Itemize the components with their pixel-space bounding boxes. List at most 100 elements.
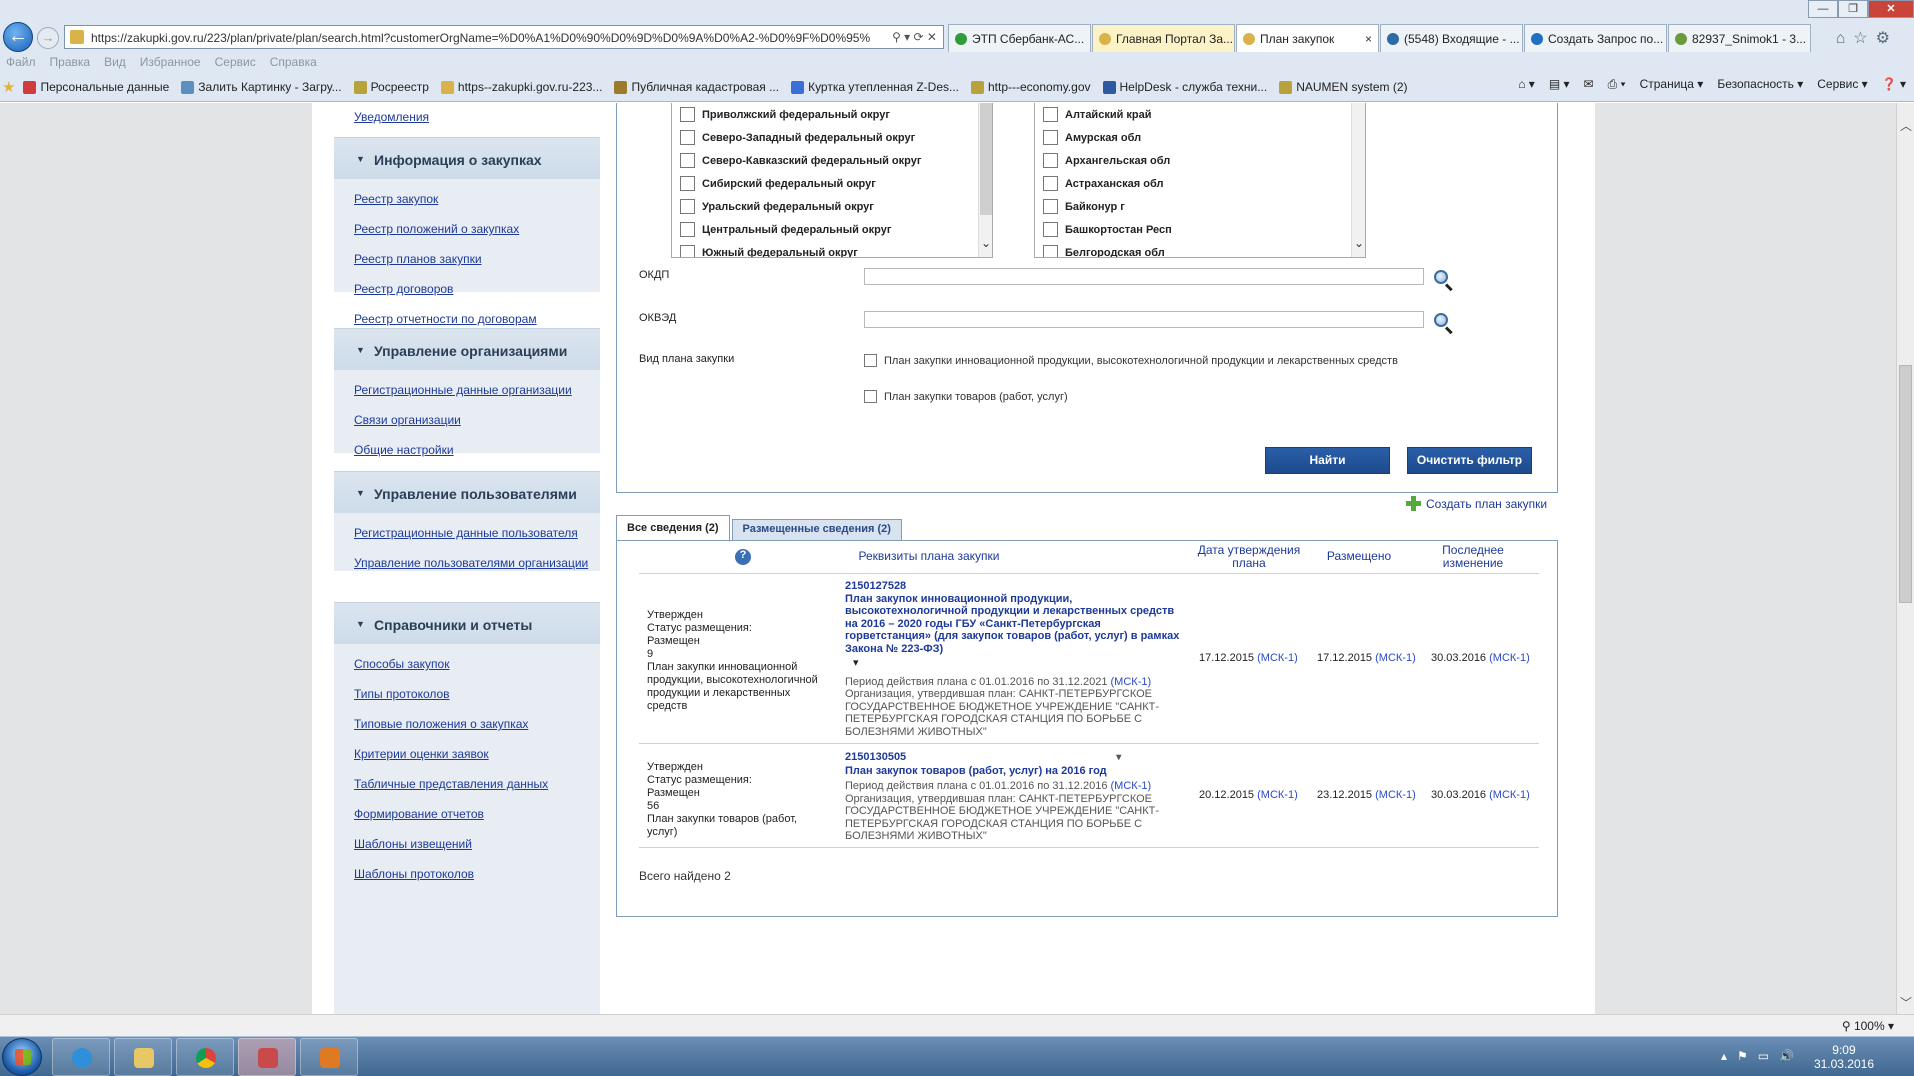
print-icon[interactable]: ⎙ ▾ bbox=[1608, 77, 1626, 92]
favorite-link[interactable]: HelpDesk - служба техни... bbox=[1102, 80, 1267, 94]
scroll-down-icon[interactable]: ﹀ bbox=[1899, 994, 1913, 1010]
checkbox[interactable] bbox=[680, 199, 695, 214]
sidebar-link[interactable]: Реестр закупок bbox=[354, 192, 600, 207]
expand-icon[interactable]: ▾ bbox=[853, 657, 1180, 670]
checkbox[interactable] bbox=[1043, 245, 1058, 257]
sidebar-section-header[interactable]: ▼ Управление пользователями bbox=[334, 471, 600, 513]
clock[interactable]: 9:09 31.03.2016 bbox=[1814, 1043, 1874, 1071]
plan-number-link[interactable]: 2150127528 bbox=[845, 580, 1180, 593]
sidebar-link[interactable]: Критерии оценки заявок bbox=[354, 747, 600, 762]
browser-tab[interactable]: Главная Портал За... bbox=[1092, 24, 1235, 52]
help-icon[interactable]: ❓ ▾ bbox=[1882, 77, 1906, 92]
address-url[interactable]: https://zakupki.gov.ru/223/plan/private/… bbox=[91, 31, 871, 45]
browser-tab[interactable]: (5548) Входящие - ... bbox=[1380, 24, 1523, 52]
sidebar-link[interactable]: Шаблоны извещений bbox=[354, 837, 600, 852]
sidebar-link[interactable]: Табличные представления данных bbox=[354, 777, 600, 792]
favorite-link[interactable]: Залить Картинку - Загру... bbox=[181, 80, 342, 94]
list-item[interactable]: Уральский федеральный округ bbox=[672, 195, 992, 218]
start-button[interactable] bbox=[2, 1038, 42, 1076]
list-item[interactable]: Северо-Западный федеральный округ bbox=[672, 126, 992, 149]
menu-item[interactable]: Сервис bbox=[215, 53, 256, 73]
sidebar-section-header[interactable]: ▼ Управление организациями bbox=[334, 328, 600, 370]
checkbox[interactable] bbox=[1043, 130, 1058, 145]
address-actions[interactable]: ⚲ ▾ ⟳ ✕ bbox=[892, 30, 937, 44]
taskbar-explorer-icon[interactable] bbox=[114, 1038, 172, 1076]
taskbar-chrome-icon[interactable] bbox=[176, 1038, 234, 1076]
command-tools[interactable]: Сервис ▾ bbox=[1817, 77, 1867, 92]
checkbox[interactable] bbox=[1043, 176, 1058, 191]
okdp-input[interactable] bbox=[864, 268, 1424, 285]
list-item[interactable]: Башкортостан Респ bbox=[1035, 218, 1365, 241]
list-item[interactable]: Сибирский федеральный округ bbox=[672, 172, 992, 195]
checkbox[interactable] bbox=[1043, 153, 1058, 168]
address-bar[interactable]: https://zakupki.gov.ru/223/plan/private/… bbox=[64, 25, 944, 49]
command-page[interactable]: Страница ▾ bbox=[1640, 77, 1704, 92]
favorite-link[interactable]: NAUMEN system (2) bbox=[1279, 80, 1408, 94]
sidebar-link[interactable]: Реестр планов закупки bbox=[354, 252, 600, 267]
favorite-link[interactable]: Персональные данные bbox=[23, 80, 169, 94]
close-tab-icon[interactable]: × bbox=[1365, 32, 1372, 46]
sidebar-link[interactable]: Реестр отчетности по договорам bbox=[354, 312, 600, 327]
forward-button[interactable]: → bbox=[37, 27, 59, 49]
home-icon[interactable]: ⌂ ▾ bbox=[1518, 77, 1535, 92]
favorite-link[interactable]: Росреестр bbox=[353, 80, 429, 94]
tray-icons[interactable]: ▴⚑▭🔊 bbox=[1721, 1049, 1804, 1063]
taskbar-media-icon[interactable] bbox=[300, 1038, 358, 1076]
region-list[interactable]: Алтайский край Амурская обл Архангельская … bbox=[1034, 103, 1366, 258]
favorite-link[interactable]: Публичная кадастровая ... bbox=[614, 80, 779, 94]
sidebar-section-header[interactable]: ▼ Справочники и отчеты bbox=[334, 602, 600, 644]
checkbox[interactable] bbox=[680, 107, 695, 122]
list-item[interactable]: Белгородская обл bbox=[1035, 241, 1365, 257]
scroll-thumb[interactable] bbox=[1899, 365, 1912, 603]
tab-placed-records[interactable]: Размещенные сведения (2) bbox=[731, 519, 902, 541]
page-scrollbar[interactable]: ︿ ﹀ bbox=[1896, 103, 1914, 1014]
browser-tab[interactable]: Создать Запрос по... bbox=[1524, 24, 1667, 52]
sidebar-link[interactable]: Регистрационные данные пользователя bbox=[354, 526, 600, 541]
sidebar-link[interactable]: Реестр договоров bbox=[354, 282, 600, 297]
sidebar-link[interactable]: Связи организации bbox=[354, 413, 600, 428]
plan-title-link[interactable]: План закупок товаров (работ, услуг) на 2… bbox=[845, 765, 1180, 778]
list-item[interactable]: Астраханская обл bbox=[1035, 172, 1365, 195]
expand-icon[interactable]: ▾ bbox=[1116, 752, 1121, 765]
okved-search-icon[interactable] bbox=[1433, 312, 1455, 335]
browser-tab[interactable]: 82937_Snimok1 - 3... bbox=[1668, 24, 1811, 52]
taskbar-ie-icon[interactable] bbox=[52, 1038, 110, 1076]
restore-button[interactable]: ❐ bbox=[1838, 0, 1868, 18]
sidebar-link[interactable]: Управление пользователями организации bbox=[354, 556, 600, 571]
menu-item[interactable]: Правка bbox=[50, 53, 91, 73]
checkbox[interactable] bbox=[1043, 199, 1058, 214]
rss-icon[interactable]: ▤ ▾ bbox=[1549, 77, 1570, 92]
checkbox[interactable] bbox=[680, 245, 695, 257]
sidebar-link[interactable]: Типовые положения о закупках bbox=[354, 717, 600, 732]
find-button[interactable]: Найти bbox=[1265, 447, 1390, 474]
checkbox[interactable] bbox=[680, 130, 695, 145]
list-item[interactable]: Амурская обл bbox=[1035, 126, 1365, 149]
checkbox[interactable] bbox=[680, 176, 695, 191]
menu-item[interactable]: Справка bbox=[270, 53, 317, 73]
sidebar-link[interactable]: Реестр положений о закупках bbox=[354, 222, 600, 237]
sidebar-link-notifications[interactable]: Уведомления bbox=[354, 110, 429, 125]
district-list[interactable]: Приволжский федеральный округ Северо-Запа… bbox=[671, 103, 993, 258]
list-item[interactable]: Архангельская обл bbox=[1035, 149, 1365, 172]
clear-filter-button[interactable]: Очистить фильтр bbox=[1407, 447, 1532, 474]
region-scrollbar[interactable]: ⌄ bbox=[1351, 103, 1365, 257]
okdp-search-icon[interactable] bbox=[1433, 269, 1455, 292]
list-item[interactable]: Северо-Кавказский федеральный округ bbox=[672, 149, 992, 172]
create-plan-link[interactable]: Создать план закупки bbox=[1406, 496, 1547, 511]
command-security[interactable]: Безопасность ▾ bbox=[1717, 77, 1803, 92]
sidebar-link[interactable]: Типы протоколов bbox=[354, 687, 600, 702]
sidebar-section-header[interactable]: ▼ Информация о закупках bbox=[334, 137, 600, 179]
list-item[interactable]: Центральный федеральный округ bbox=[672, 218, 992, 241]
favorite-link[interactable]: Куртка утепленная Z-Des... bbox=[791, 80, 959, 94]
checkbox[interactable] bbox=[864, 354, 877, 367]
menu-item[interactable]: Вид bbox=[104, 53, 126, 73]
plan-type-option-goods[interactable]: План закупки товаров (работ, услуг) bbox=[864, 390, 1068, 403]
help-icon[interactable]: ? bbox=[735, 549, 751, 565]
home-favorites-settings-icons[interactable]: ⌂☆⚙ bbox=[1836, 28, 1898, 48]
list-item[interactable]: Байконур г bbox=[1035, 195, 1365, 218]
browser-tab[interactable]: ЭТП Сбербанк-АС... bbox=[948, 24, 1091, 52]
favorite-link[interactable]: https--zakupki.gov.ru-223... bbox=[440, 80, 602, 94]
sidebar-link[interactable]: Шаблоны протоколов bbox=[354, 867, 600, 882]
checkbox[interactable] bbox=[1043, 107, 1058, 122]
plan-number-link[interactable]: 2150130505 ▾ bbox=[845, 751, 1180, 765]
